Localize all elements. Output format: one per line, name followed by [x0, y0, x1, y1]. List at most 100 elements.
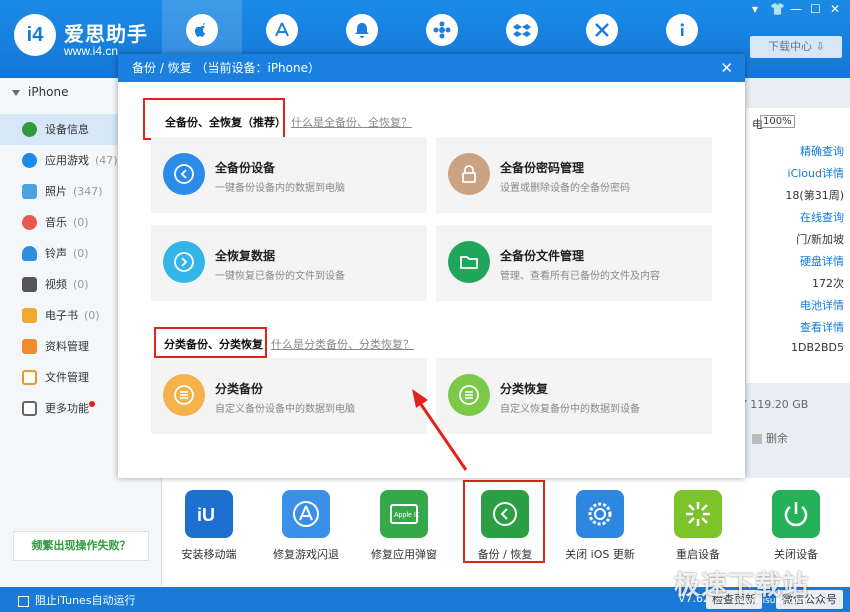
card-title: 全恢复数据 [215, 249, 276, 263]
photo-icon [22, 184, 37, 199]
notification-dot [89, 401, 95, 407]
apple-id-icon: Apple ID [390, 504, 419, 524]
backup-tool-highlight [463, 480, 545, 563]
section1-help-link[interactable]: 什么是全备份、全恢复？ [291, 114, 412, 130]
nav-wallpaper[interactable] [402, 0, 482, 60]
appstore-icon [293, 501, 319, 527]
legend-swatch [752, 434, 762, 444]
section2-title: 分类备份、分类恢复 [164, 338, 263, 351]
card-desc: 设置或删除设备的全备份密码 [500, 183, 630, 194]
full-backup-card[interactable]: 全备份设备 一键备份设备内的数据到电脑 [151, 137, 427, 213]
music-icon [22, 215, 37, 230]
battery-details-link[interactable]: 电池详情 [800, 297, 844, 313]
download-icon: ⇩ [815, 40, 825, 53]
serial-fragment: 1DB2BD5 [790, 341, 844, 354]
charge-count: 172次 [812, 277, 844, 290]
dialog-title: 备份 / 恢复 （当前设备：iPhone） [132, 61, 320, 75]
disk-details-link[interactable]: 硬盘详情 [800, 253, 844, 269]
appstore-icon [275, 22, 289, 37]
fix-app-popup-tool[interactable]: Apple ID 修复应用弹窗 [364, 490, 444, 562]
full-restore-card[interactable]: 全恢复数据 一键恢复已备份的文件到设备 [151, 225, 427, 301]
maximize-icon[interactable]: ☐ [810, 2, 821, 16]
lock-icon [462, 165, 476, 183]
restart-device-tool[interactable]: 重启设备 [658, 490, 738, 562]
icloud-details-link[interactable]: iCloud详情 [788, 165, 844, 181]
grid-icon [22, 401, 37, 416]
folder-icon [460, 256, 478, 269]
card-title: 全备份密码管理 [500, 161, 585, 175]
install-mobile-tool[interactable]: iU 安装移动端 [169, 490, 249, 562]
sidebar-item-count: (0) [73, 278, 89, 291]
sidebar-item-count: (347) [73, 185, 103, 198]
flower-icon [433, 21, 451, 39]
download-center-label: 下载中心 [768, 40, 812, 53]
online-query-link[interactable]: 在线查询 [800, 209, 844, 225]
power-icon [784, 502, 808, 527]
sidebar-item-label: 设备信息 [45, 123, 89, 136]
card-desc: 自定义备份设备中的数据到电脑 [215, 404, 355, 415]
remaining-label: 删余 [766, 432, 788, 445]
restore-icon [174, 252, 194, 272]
info-icon [22, 122, 37, 137]
view-details-link[interactable]: 查看详情 [800, 319, 844, 335]
remaining-legend: 删余 [752, 430, 788, 446]
nav-jailbreak[interactable] [482, 0, 562, 60]
category-backup-icon [174, 385, 194, 405]
nav-appstore[interactable] [242, 0, 322, 60]
frequent-failure-button[interactable]: 频繁出现操作失败？ [13, 531, 149, 561]
section1-title: 全备份、全恢复（推荐） [165, 116, 286, 129]
nav-tools[interactable] [562, 0, 642, 60]
storage-total: Y 119.20 GB [740, 398, 809, 411]
sidebar-item-label: 资料管理 [45, 340, 89, 353]
tool-label: 安装移动端 [181, 548, 237, 561]
precise-query-link[interactable]: 精确查询 [800, 143, 844, 159]
nav-ringtone[interactable] [322, 0, 402, 60]
document-icon [22, 339, 37, 354]
bell-icon [355, 23, 369, 38]
sidebar-item-label: 更多功能 [45, 402, 89, 415]
tool-label: 关闭 iOS 更新 [565, 548, 635, 561]
appstore-icon [22, 153, 37, 168]
sidebar-item-label: 应用游戏 [45, 154, 89, 167]
app-title: 爱思助手 [64, 22, 148, 46]
checkbox-icon [18, 595, 29, 607]
i4-icon: iU [197, 505, 215, 525]
download-center-button[interactable]: 下载中心 ⇩ [750, 36, 842, 58]
block-itunes-label: 阻止iTunes自动运行 [35, 594, 136, 607]
backup-password-card[interactable]: 全备份密码管理 设置或删除设备的全备份密码 [436, 137, 712, 213]
section2-help-link[interactable]: 什么是分类备份、分类恢复？ [271, 336, 414, 352]
close-window-icon[interactable]: ✕ [830, 2, 840, 16]
sidebar-item-label: 电子书 [45, 309, 78, 322]
fix-game-crash-tool[interactable]: 修复游戏闪退 [266, 490, 346, 562]
watermark-url: www.jisuxz.com [736, 596, 808, 606]
logo-badge: i4 [14, 14, 56, 56]
sidebar-item-count: (0) [73, 247, 89, 260]
card-title: 全备份设备 [215, 161, 276, 175]
skin-icon[interactable]: 👕 [770, 2, 785, 16]
svg-text:Apple ID: Apple ID [394, 512, 419, 519]
disable-ios-update-tool[interactable]: 关闭 iOS 更新 [560, 490, 640, 562]
menu-dropdown-icon[interactable]: ▾ [752, 2, 758, 16]
svg-text:iU: iU [197, 505, 215, 525]
backup-icon [174, 164, 194, 184]
folder-icon [22, 370, 37, 385]
app-url: www.i4.cn [64, 44, 119, 58]
card-title: 分类备份 [215, 382, 264, 396]
backup-files-card[interactable]: 全备份文件管理 管理、查看所有已备份的文件及内容 [436, 225, 712, 301]
battery-percent: 100% [760, 115, 795, 128]
shutdown-device-tool[interactable]: 关闭设备 [756, 490, 836, 562]
collapse-arrow-icon [12, 89, 20, 96]
dialog-close-icon[interactable]: ✕ [720, 54, 733, 82]
tool-label: 重启设备 [676, 548, 720, 561]
card-title: 全备份文件管理 [500, 249, 585, 263]
block-itunes-checkbox[interactable]: 阻止iTunes自动运行 [18, 592, 136, 608]
tool-label: 修复应用弹窗 [371, 548, 437, 561]
category-backup-card[interactable]: 分类备份 自定义备份设备中的数据到电脑 [151, 358, 427, 434]
apple-icon [195, 23, 205, 37]
sidebar-item-label: 音乐 [45, 216, 67, 229]
nav-info[interactable] [642, 0, 722, 60]
category-restore-card[interactable]: 分类恢复 自定义恢复备份中的数据到设备 [436, 358, 712, 434]
nav-apple[interactable] [162, 0, 242, 60]
minimize-icon[interactable]: — [790, 2, 802, 16]
card-desc: 一键备份设备内的数据到电脑 [215, 183, 345, 194]
